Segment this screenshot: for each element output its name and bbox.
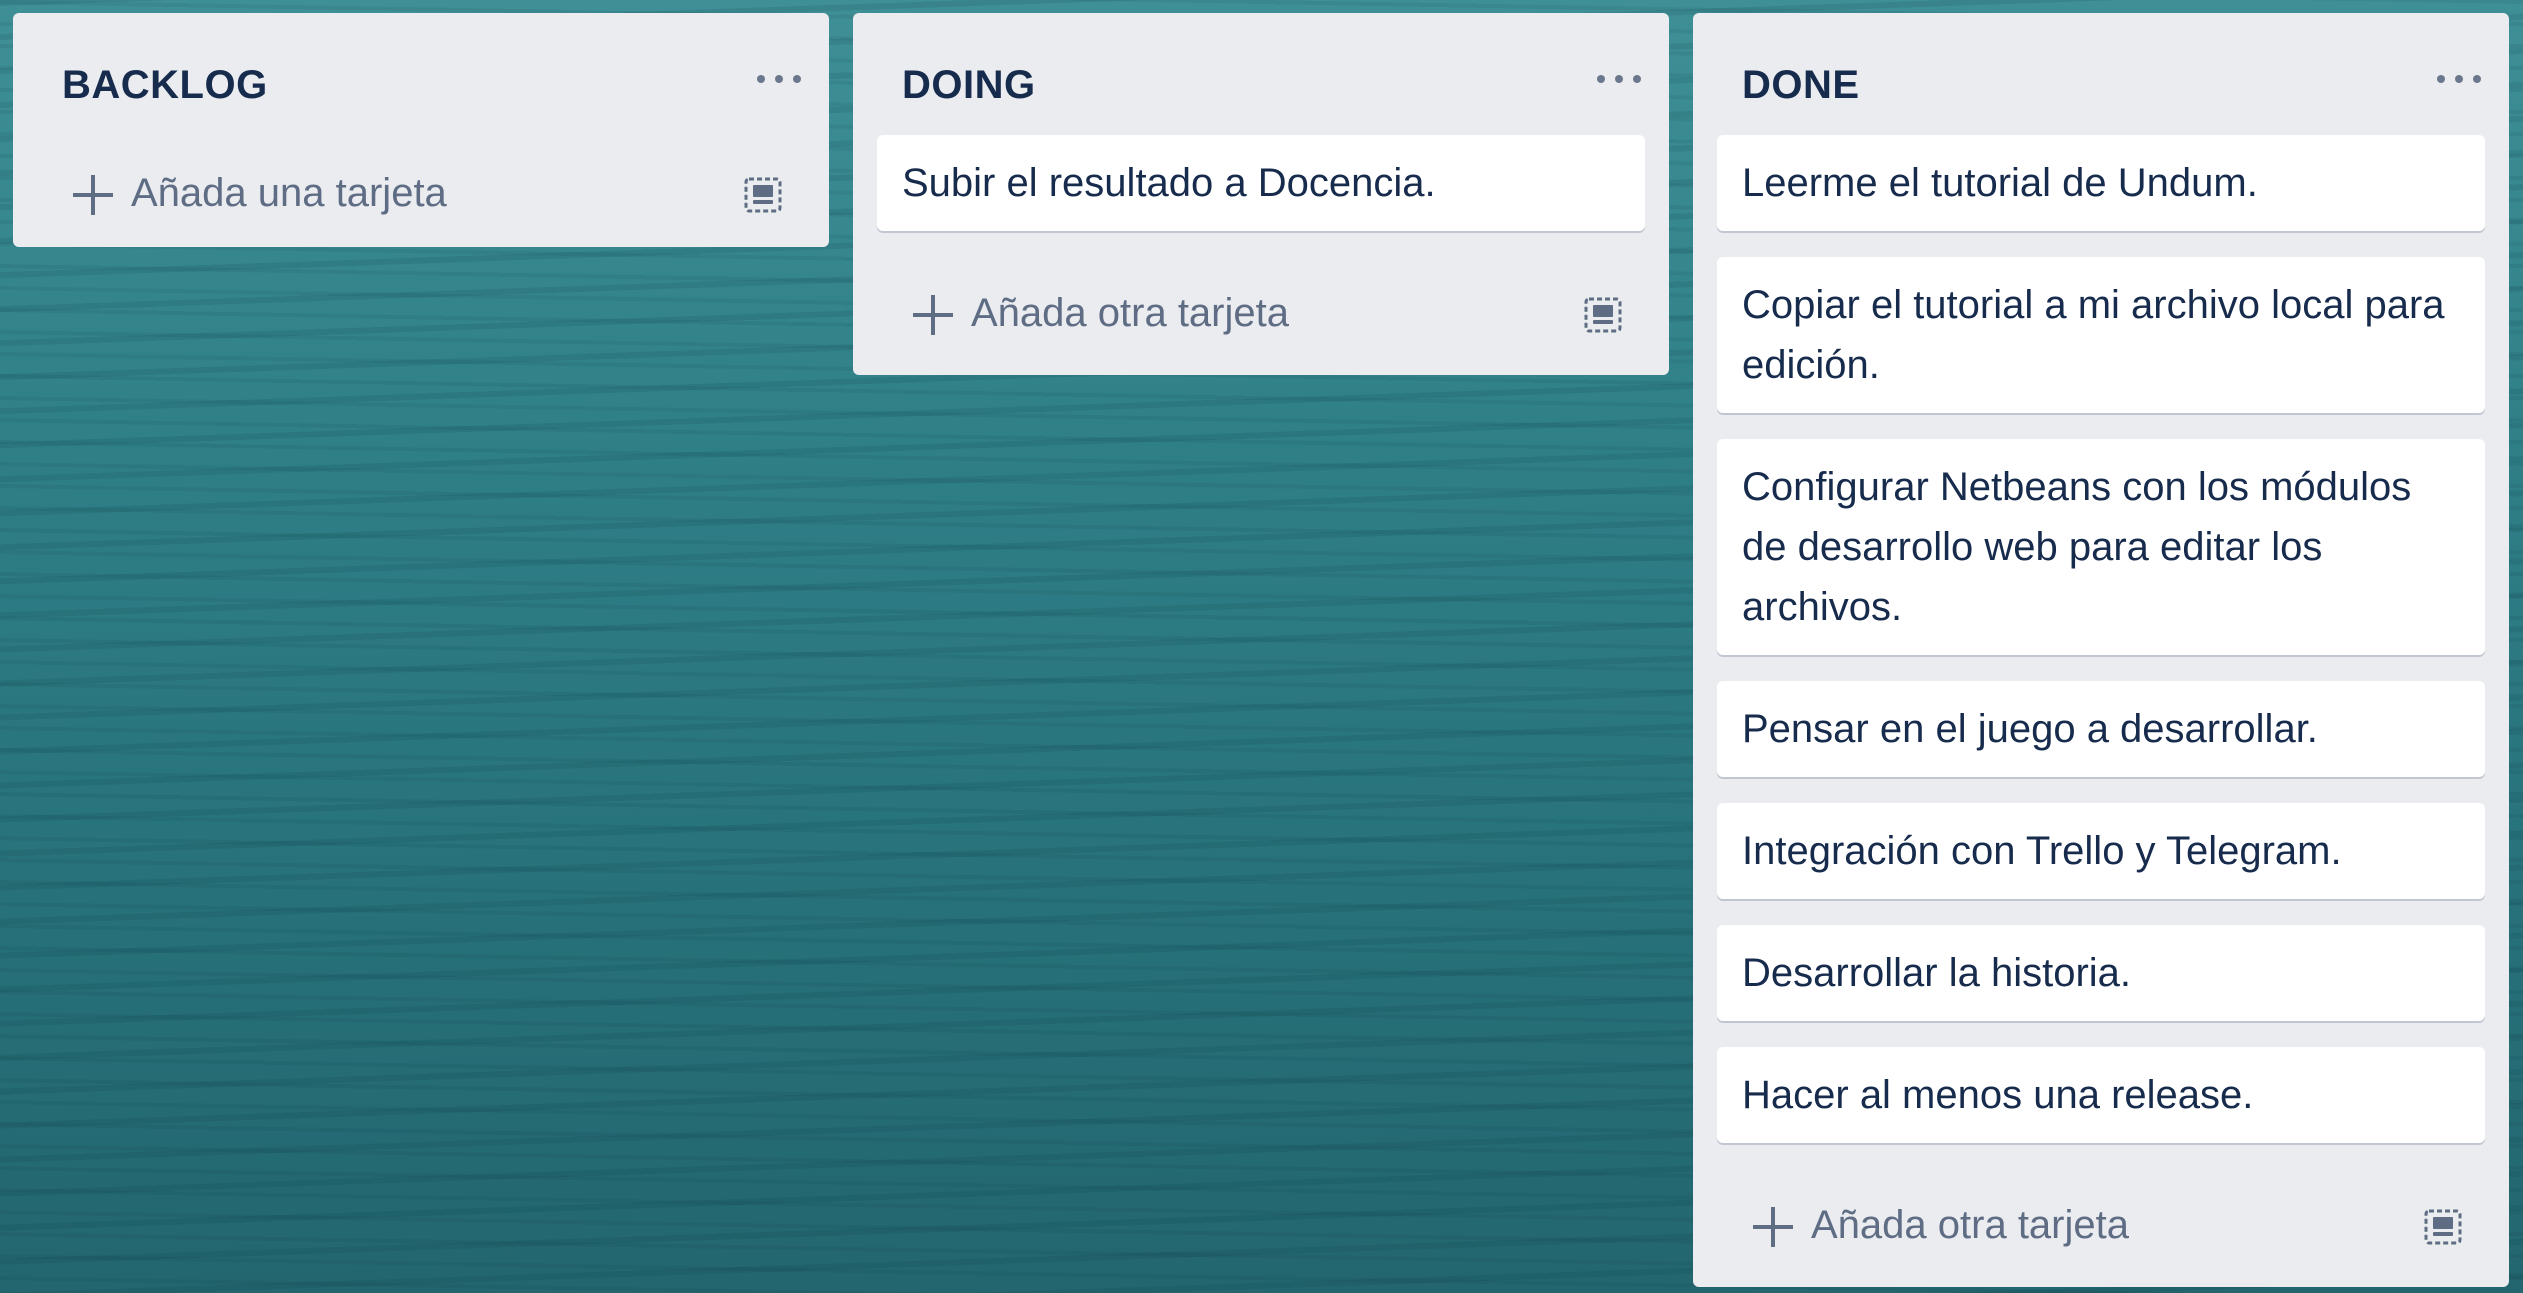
card[interactable]: Hacer al menos una release. xyxy=(1717,1047,2485,1143)
kanban-board: BACKLOG Añada una tarjeta DOING Subir el… xyxy=(0,0,2523,1293)
card[interactable]: Copiar el tutorial a mi archivo local pa… xyxy=(1717,257,2485,413)
plus-icon xyxy=(913,295,953,335)
card[interactable]: Subir el resultado a Docencia. xyxy=(877,135,1645,231)
more-horizontal-icon[interactable] xyxy=(2437,69,2481,89)
card[interactable]: Desarrollar la historia. xyxy=(1717,925,2485,1021)
add-card-label: Añada otra tarjeta xyxy=(971,291,1289,335)
list-title[interactable]: DONE xyxy=(1742,63,1860,108)
add-card-button[interactable]: Añada una tarjeta xyxy=(13,135,829,247)
card[interactable]: Integración con Trello y Telegram. xyxy=(1717,803,2485,899)
add-card-button[interactable]: Añada otra tarjeta xyxy=(853,255,1669,375)
add-card-label: Añada otra tarjeta xyxy=(1811,1203,2129,1247)
list-header: DOING xyxy=(853,13,1669,135)
card-list: Leerme el tutorial de Undum. Copiar el t… xyxy=(1693,135,2509,1143)
add-card-button[interactable]: Añada otra tarjeta xyxy=(1693,1167,2509,1287)
plus-icon xyxy=(1753,1207,1793,1247)
card-template-icon[interactable] xyxy=(743,175,783,215)
list-header: BACKLOG xyxy=(13,13,829,135)
card-template-icon[interactable] xyxy=(1583,295,1623,335)
card[interactable]: Configurar Netbeans con los módulos de d… xyxy=(1717,439,2485,655)
card-template-icon[interactable] xyxy=(2423,1207,2463,1247)
list-title[interactable]: BACKLOG xyxy=(62,63,268,108)
plus-icon xyxy=(73,175,113,215)
more-horizontal-icon[interactable] xyxy=(757,69,801,89)
list-title[interactable]: DOING xyxy=(902,63,1036,108)
list-backlog: BACKLOG Añada una tarjeta xyxy=(13,13,829,247)
card[interactable]: Leerme el tutorial de Undum. xyxy=(1717,135,2485,231)
list-done: DONE Leerme el tutorial de Undum. Copiar… xyxy=(1693,13,2509,1287)
more-horizontal-icon[interactable] xyxy=(1597,69,1641,89)
card[interactable]: Pensar en el juego a desarrollar. xyxy=(1717,681,2485,777)
list-header: DONE xyxy=(1693,13,2509,135)
card-list: Subir el resultado a Docencia. xyxy=(853,135,1669,231)
list-doing: DOING Subir el resultado a Docencia. Aña… xyxy=(853,13,1669,375)
add-card-label: Añada una tarjeta xyxy=(131,171,447,215)
